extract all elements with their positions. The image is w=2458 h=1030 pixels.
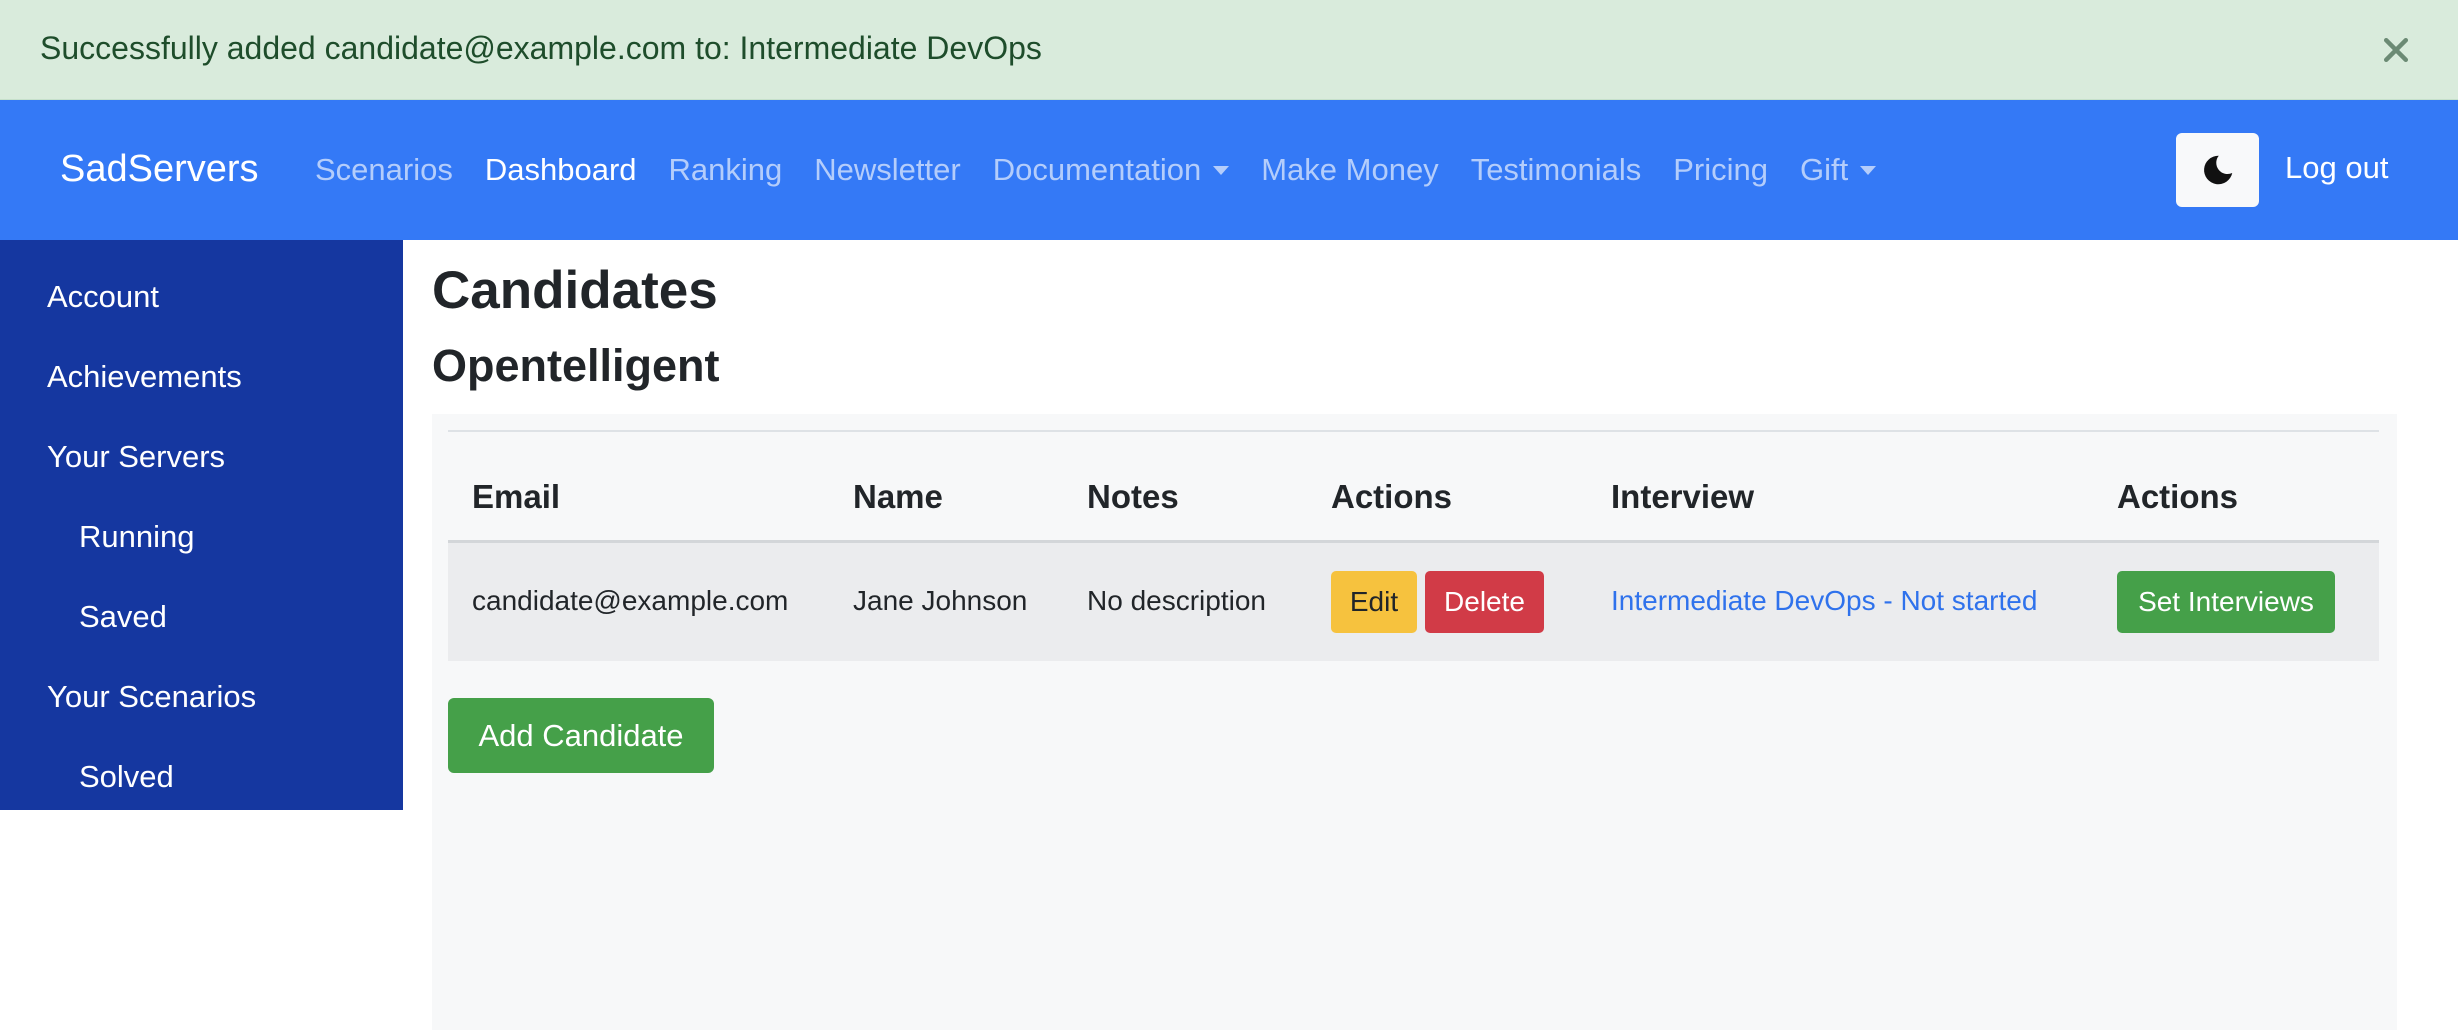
- column-header-interview-actions: Actions: [2117, 478, 2239, 515]
- candidate-name: Jane Johnson: [853, 585, 1028, 616]
- sidebar-item-saved[interactable]: Saved: [79, 599, 167, 635]
- success-alert: Successfully added candidate@example.com…: [0, 0, 2458, 100]
- candidates-card: Email Name Notes Actions Interview Actio…: [432, 414, 2397, 1030]
- close-icon[interactable]: [2374, 28, 2418, 72]
- logout-link[interactable]: Log out: [2285, 150, 2388, 186]
- column-header-email: Email: [472, 478, 561, 515]
- nav-dashboard[interactable]: Dashboard: [485, 152, 637, 188]
- add-candidate-button[interactable]: Add Candidate: [448, 698, 714, 773]
- sidebar-item-running[interactable]: Running: [79, 519, 194, 555]
- interview-link[interactable]: Intermediate DevOps - Not started: [1611, 585, 2037, 617]
- table-row: candidate@example.com Jane Johnson No de…: [448, 543, 2379, 661]
- sidebar-item-your-servers[interactable]: Your Servers: [47, 439, 225, 475]
- sidebar-item-your-scenarios[interactable]: Your Scenarios: [47, 679, 256, 715]
- sidebar: Account Achievements Your Servers Runnin…: [0, 240, 403, 810]
- table-top-border: [448, 430, 2379, 432]
- top-navbar: SadServers Scenarios Dashboard Ranking N…: [0, 100, 2458, 240]
- page-title: Candidates: [432, 261, 718, 320]
- sidebar-item-solved[interactable]: Solved: [79, 759, 174, 795]
- column-header-name: Name: [853, 478, 943, 515]
- candidate-notes: No description: [1087, 585, 1266, 616]
- edit-button[interactable]: Edit: [1331, 571, 1417, 633]
- nav-links: Scenarios Dashboard Ranking Newsletter D…: [315, 152, 1877, 188]
- delete-button[interactable]: Delete: [1425, 571, 1544, 633]
- alert-message: Successfully added candidate@example.com…: [40, 30, 1042, 66]
- sidebar-item-achievements[interactable]: Achievements: [47, 359, 242, 395]
- sidebar-item-account[interactable]: Account: [47, 279, 159, 315]
- column-header-notes: Notes: [1087, 478, 1179, 515]
- nav-gift-dropdown[interactable]: Gift: [1800, 152, 1877, 188]
- column-header-interview: Interview: [1611, 478, 1755, 515]
- nav-testimonials[interactable]: Testimonials: [1471, 152, 1642, 188]
- set-interviews-button[interactable]: Set Interviews: [2117, 571, 2335, 633]
- brand-logo[interactable]: SadServers: [60, 148, 259, 191]
- nav-scenarios[interactable]: Scenarios: [315, 152, 453, 188]
- moon-icon: [2203, 155, 2232, 185]
- column-header-actions: Actions: [1331, 478, 1453, 515]
- chevron-down-icon: [1860, 165, 1877, 175]
- nav-newsletter[interactable]: Newsletter: [814, 152, 960, 188]
- organization-name: Opentelligent: [432, 340, 720, 391]
- nav-pricing[interactable]: Pricing: [1673, 152, 1768, 188]
- candidate-email: candidate@example.com: [472, 585, 789, 616]
- nav-make-money[interactable]: Make Money: [1261, 152, 1438, 188]
- nav-documentation-dropdown[interactable]: Documentation: [993, 152, 1230, 188]
- theme-toggle-button[interactable]: [2176, 133, 2259, 207]
- nav-ranking[interactable]: Ranking: [669, 152, 783, 188]
- chevron-down-icon: [1213, 165, 1230, 175]
